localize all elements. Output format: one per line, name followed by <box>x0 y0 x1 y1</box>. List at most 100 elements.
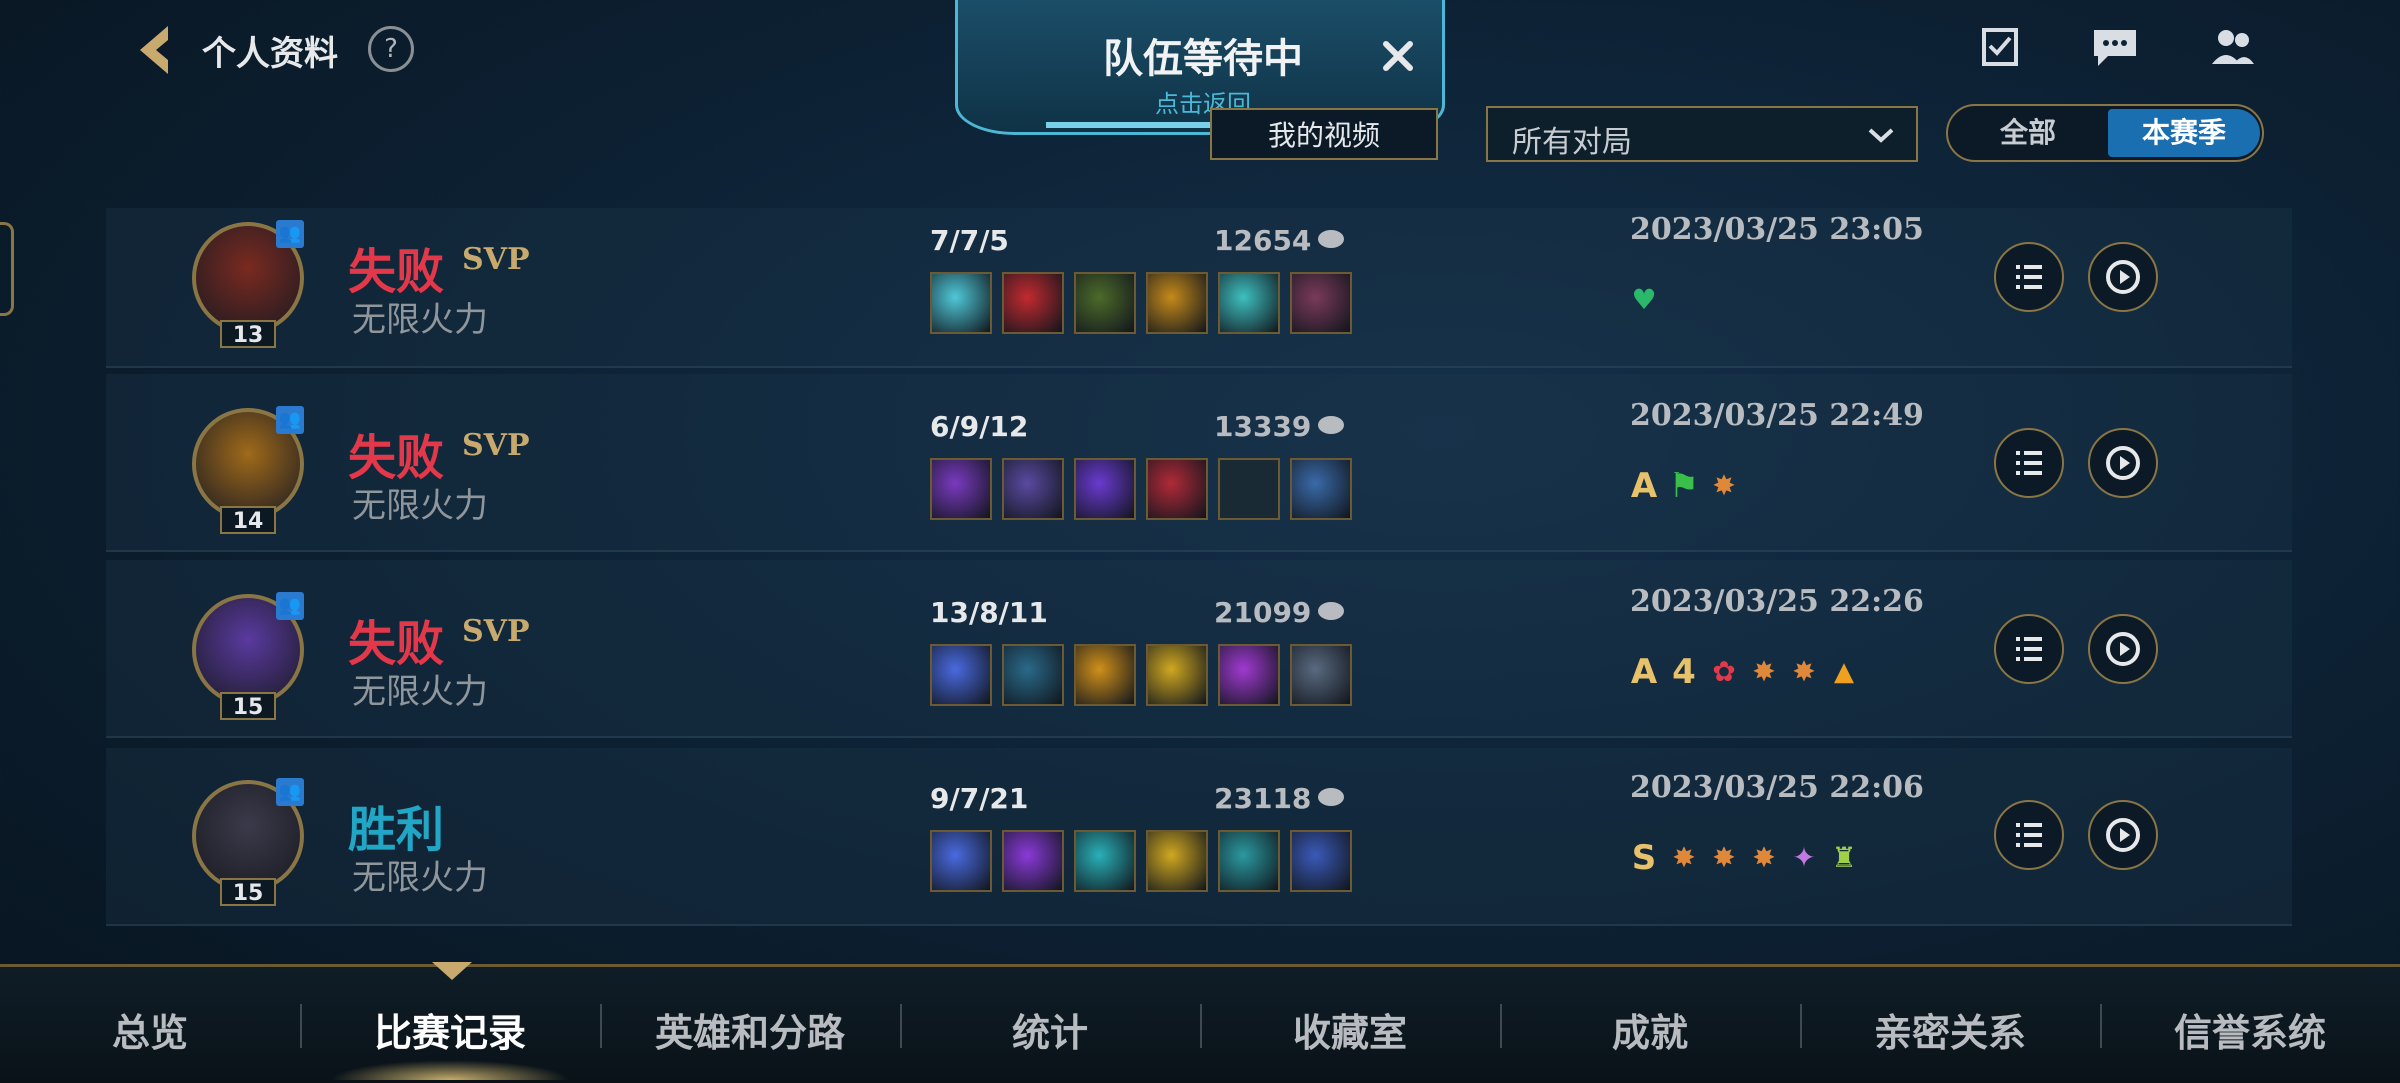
page-title: 个人资料 <box>202 34 338 74</box>
item-slot[interactable] <box>1002 830 1064 892</box>
kda: 7/7/5 <box>930 224 1009 257</box>
item-slot[interactable] <box>1146 644 1208 706</box>
match-datetime: 2023/03/25 22:26 <box>1630 584 1924 619</box>
match-datetime: 2023/03/25 22:49 <box>1630 398 1924 433</box>
replay-button[interactable] <box>2088 428 2158 498</box>
game-mode: 无限火力 <box>352 486 488 526</box>
my-videos-button[interactable]: 我的视频 <box>1210 108 1438 160</box>
queue-title: 队伍等待中 <box>1103 36 1303 82</box>
item-slot[interactable] <box>1002 644 1064 706</box>
party-icon: 👥 <box>276 220 304 248</box>
achievement-tag-leaf: ✸ <box>1712 469 1736 502</box>
champion-level: 13 <box>220 320 276 348</box>
item-slot[interactable] <box>1074 644 1136 706</box>
item-slot[interactable] <box>1146 830 1208 892</box>
achievement-tag-heart: ♥ <box>1631 283 1657 316</box>
list-icon <box>2016 637 2042 661</box>
toggle-season-button[interactable]: 本赛季 <box>2108 109 2260 157</box>
tab-2[interactable]: 英雄和分路 <box>600 1002 900 1057</box>
gold: 23118 <box>1214 782 1312 815</box>
tab-1[interactable]: 比赛记录 <box>300 1002 600 1057</box>
tab-7[interactable]: 信誉系统 <box>2100 1002 2400 1057</box>
chevron-down-icon <box>1868 128 1894 143</box>
achievement-tag-chain: ✸ <box>1752 841 1776 874</box>
replay-button[interactable] <box>2088 614 2158 684</box>
achievement-tag-crown: ✸ <box>1752 655 1776 688</box>
match-filter-value: 所有对局 <box>1512 125 1632 160</box>
item-slot[interactable] <box>1218 272 1280 334</box>
item-slot[interactable] <box>930 272 992 334</box>
match-details-button[interactable] <box>1994 614 2064 684</box>
item-slot[interactable] <box>1218 830 1280 892</box>
item-slot[interactable] <box>1290 644 1352 706</box>
achievement-tag-A: A <box>1630 466 1658 506</box>
item-slot[interactable] <box>930 644 992 706</box>
item-slot[interactable] <box>1074 272 1136 334</box>
match-datetime: 2023/03/25 23:05 <box>1630 212 1924 247</box>
help-icon[interactable]: ? <box>368 26 414 72</box>
active-tab-indicator <box>432 962 472 982</box>
item-slot[interactable] <box>930 830 992 892</box>
replay-icon <box>2106 632 2140 666</box>
kda: 6/9/12 <box>930 410 1029 443</box>
close-icon[interactable] <box>1378 36 1418 76</box>
game-mode: 无限火力 <box>352 858 488 898</box>
achievement-tag-skull: ✸ <box>1712 841 1736 874</box>
game-mode: 无限火力 <box>352 672 488 712</box>
replay-button[interactable] <box>2088 800 2158 870</box>
match-details-button[interactable] <box>1994 800 2064 870</box>
champion-level: 15 <box>220 692 276 720</box>
tab-5[interactable]: 成就 <box>1500 1002 1800 1057</box>
item-slot[interactable] <box>1290 458 1352 520</box>
list-icon <box>2016 265 2042 289</box>
item-slot[interactable] <box>1146 272 1208 334</box>
tab-separator <box>1500 1004 1502 1048</box>
back-chevron-icon <box>140 26 168 74</box>
gold-coin-icon <box>1318 416 1344 434</box>
toggle-all-button[interactable]: 全部 <box>1948 106 2108 160</box>
tab-4[interactable]: 收藏室 <box>1200 1002 1500 1057</box>
checklist-icon[interactable] <box>1978 24 2022 68</box>
back-button[interactable] <box>128 20 188 80</box>
achievement-tag-crown: ✸ <box>1672 841 1696 874</box>
item-slot[interactable] <box>1146 458 1208 520</box>
kda: 13/8/11 <box>930 596 1048 629</box>
tab-3[interactable]: 统计 <box>900 1002 1200 1057</box>
list-icon <box>2016 451 2042 475</box>
tab-separator <box>900 1004 902 1048</box>
party-icon: 👥 <box>276 778 304 806</box>
achievement-tag-fire: ▲ <box>1834 657 1854 687</box>
tab-separator <box>600 1004 602 1048</box>
item-slot[interactable] <box>930 458 992 520</box>
item-slot[interactable] <box>1218 644 1280 706</box>
active-tab-glow <box>330 1060 570 1080</box>
svp-badge: SVP <box>462 614 530 649</box>
match-details-button[interactable] <box>1994 242 2064 312</box>
tab-separator <box>1800 1004 1802 1048</box>
gold: 13339 <box>1214 410 1312 443</box>
side-drawer-handle[interactable] <box>0 222 14 316</box>
tab-6[interactable]: 亲密关系 <box>1800 1002 2100 1057</box>
gold-coin-icon <box>1318 788 1344 806</box>
achievement-tag-wings: ✦ <box>1792 841 1816 874</box>
svp-badge: SVP <box>462 428 530 463</box>
achievement-tag-S: S <box>1631 838 1657 878</box>
replay-icon <box>2106 818 2140 852</box>
match-filter-dropdown[interactable]: 所有对局 <box>1486 106 1918 162</box>
achievement-tag-A: A <box>1630 652 1658 692</box>
achievement-tag-lotus: ✿ <box>1712 655 1736 688</box>
match-details-button[interactable] <box>1994 428 2064 498</box>
item-slot[interactable] <box>1074 458 1136 520</box>
party-icon: 👥 <box>276 406 304 434</box>
item-slot[interactable] <box>1002 458 1064 520</box>
friends-icon[interactable] <box>2208 26 2258 70</box>
item-slot[interactable] <box>1002 272 1064 334</box>
item-slot[interactable] <box>1290 830 1352 892</box>
replay-button[interactable] <box>2088 242 2158 312</box>
item-slot[interactable] <box>1290 272 1352 334</box>
item-slot[interactable] <box>1218 458 1280 520</box>
tab-0[interactable]: 总览 <box>0 1002 300 1057</box>
list-icon <box>2016 823 2042 847</box>
chat-icon[interactable] <box>2090 26 2140 70</box>
item-slot[interactable] <box>1074 830 1136 892</box>
